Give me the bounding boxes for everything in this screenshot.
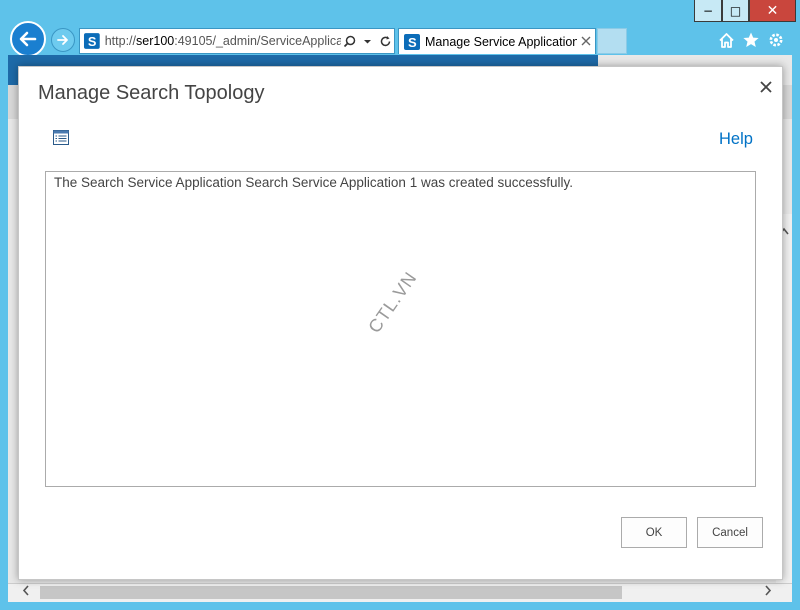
arrow-right-icon [57, 35, 68, 45]
url-host: ser100 [136, 34, 175, 48]
address-url[interactable]: http://ser100:49105/_admin/ServiceApplic… [105, 34, 341, 48]
back-button[interactable] [10, 21, 46, 57]
scroll-left-arrow-icon[interactable] [22, 585, 30, 600]
watermark: CTL.VN [364, 267, 421, 337]
minimize-button[interactable]: − [694, 0, 722, 22]
address-bar[interactable]: S http://ser100:49105/_admin/ServiceAppl… [79, 28, 395, 54]
url-scheme: http:// [104, 34, 136, 48]
chevron-down-icon[interactable] [359, 32, 377, 50]
message-area: The Search Service Application Search Se… [45, 171, 756, 487]
horizontal-scroll-thumb[interactable] [40, 586, 622, 599]
search-icon[interactable] [341, 32, 359, 50]
tab-manage-service-applications[interactable]: S Manage Service Applications [398, 28, 596, 54]
svg-text:S: S [88, 34, 97, 49]
forward-button[interactable] [51, 28, 75, 52]
close-tab-icon[interactable] [581, 35, 591, 49]
cancel-button[interactable]: Cancel [697, 517, 763, 548]
maximize-button[interactable]: □ [722, 0, 749, 22]
success-message: The Search Service Application Search Se… [54, 175, 574, 190]
close-window-button[interactable]: ✕ [749, 0, 796, 22]
gear-icon[interactable] [766, 30, 786, 50]
ok-button[interactable]: OK [621, 517, 687, 548]
tab-label: Manage Service Applications [425, 34, 577, 49]
scroll-right-arrow-icon[interactable] [764, 585, 772, 600]
help-link[interactable]: Help [719, 130, 753, 149]
manage-search-topology-dialog: Manage Search Topology Help The Search S… [18, 66, 783, 580]
svg-text:S: S [408, 35, 417, 50]
dialog-title: Manage Search Topology [38, 82, 265, 104]
close-icon[interactable] [756, 77, 776, 97]
list-icon[interactable] [53, 130, 69, 145]
arrow-left-icon [19, 31, 37, 47]
refresh-icon[interactable] [376, 32, 394, 50]
sharepoint-icon: S [83, 33, 100, 49]
sharepoint-icon: S [404, 33, 420, 50]
new-tab-button[interactable] [597, 28, 627, 54]
browser-window: − □ ✕ S http://ser100:49105/_admin/Servi… [0, 0, 800, 610]
home-icon[interactable] [716, 30, 736, 50]
star-icon[interactable] [741, 30, 761, 50]
url-rest: :49105/_admin/ServiceApplicati [174, 34, 341, 48]
